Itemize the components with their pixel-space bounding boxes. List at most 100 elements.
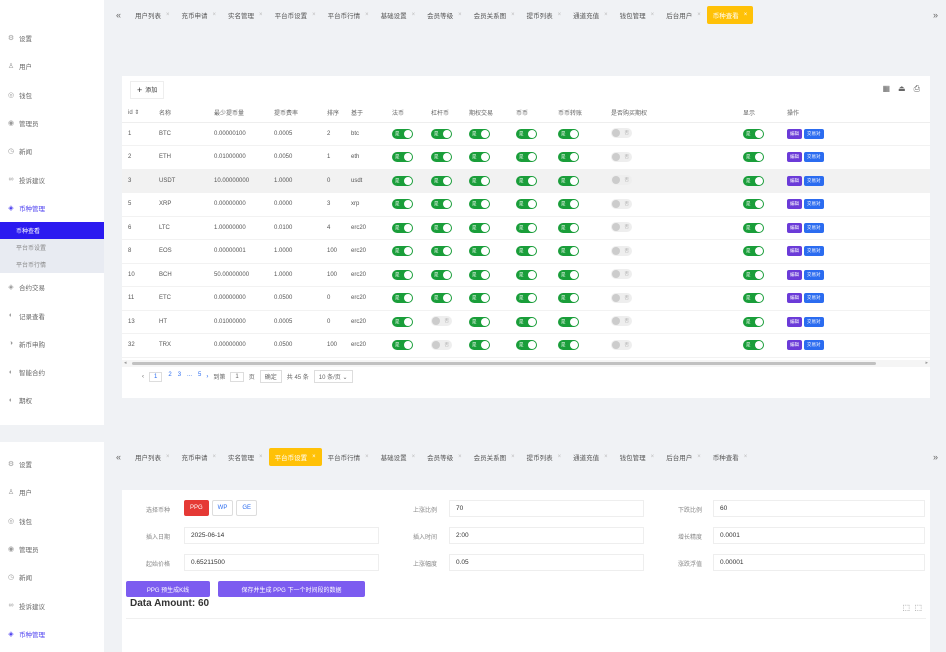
option-trade-toggle[interactable]: 是 (469, 246, 490, 257)
tab-12[interactable]: 币种查看 × (706, 6, 754, 24)
close-icon[interactable]: × (312, 12, 316, 18)
display-toggle[interactable]: 是 (743, 152, 764, 163)
tab-2[interactable]: 实名管理 × (222, 6, 269, 24)
legal-tender-toggle[interactable]: 是 (392, 222, 413, 233)
page-0[interactable]: 1 (149, 371, 163, 382)
coin-coin-toggle[interactable]: 是 (516, 293, 537, 304)
coin-option-1[interactable]: WP (211, 500, 234, 516)
sidebar-subitem[interactable]: 币种查看 (0, 222, 104, 240)
tabs-next-icon[interactable]: » (925, 452, 946, 462)
legal-tender-toggle[interactable]: 是 (392, 316, 413, 327)
confirm-button[interactable]: 确定 (259, 370, 282, 383)
sidebar-item-feedback[interactable]: ∞ 投诉建议 (0, 591, 104, 619)
edit-button[interactable]: 编辑 (787, 316, 802, 327)
close-icon[interactable]: × (213, 12, 217, 18)
sidebar-item-coin[interactable]: ◈ 币种管理 (0, 620, 104, 648)
legal-tender-toggle[interactable]: 是 (392, 128, 413, 139)
tab-5[interactable]: 基础设置 × (375, 448, 422, 466)
coin-transfer-toggle[interactable]: 是 (558, 175, 579, 186)
legal-tender-toggle[interactable]: 是 (392, 269, 413, 280)
sidebar-item-news[interactable]: ◷ 新闻 (0, 563, 104, 591)
buy-option-toggle[interactable]: 否 (611, 292, 632, 303)
coin-coin-toggle[interactable]: 是 (516, 152, 537, 163)
edit-button[interactable]: 编辑 (787, 269, 802, 280)
close-icon[interactable]: × (558, 12, 562, 18)
display-toggle[interactable]: 是 (743, 316, 764, 327)
tab-6[interactable]: 会员等级 × (421, 6, 468, 24)
close-icon[interactable]: × (511, 454, 515, 460)
coin-transfer-toggle[interactable]: 是 (558, 222, 579, 233)
down-ratio-input[interactable]: 60 (713, 500, 925, 517)
legal-tender-toggle[interactable]: 是 (392, 152, 413, 163)
leverage-toggle[interactable]: 是 (431, 246, 452, 257)
page-2[interactable]: 3 (178, 372, 181, 382)
trading-pair-button[interactable]: 交易对 (804, 293, 824, 304)
option-trade-toggle[interactable]: 是 (469, 152, 490, 163)
coin-coin-toggle[interactable]: 是 (516, 199, 537, 210)
sidebar-item-wallet[interactable]: ◎ 钱包 (0, 81, 104, 109)
prev-page-button[interactable]: ‹ (142, 374, 144, 380)
tab-1[interactable]: 充币申请 × (176, 6, 223, 24)
close-icon[interactable]: × (604, 12, 608, 18)
display-toggle[interactable]: 是 (743, 199, 764, 210)
close-icon[interactable]: × (651, 12, 655, 18)
option-trade-toggle[interactable]: 是 (469, 175, 490, 186)
tab-12[interactable]: 币种查看 × (707, 448, 754, 466)
sidebar-item-coin[interactable]: ◈ 币种管理 (0, 194, 104, 222)
edit-button[interactable]: 编辑 (787, 246, 802, 257)
close-icon[interactable]: × (412, 12, 416, 18)
tab-7[interactable]: 会员关系图 × (468, 6, 521, 24)
fullscreen-icon[interactable]: ⬚ (914, 603, 922, 612)
tab-4[interactable]: 平台币行情 × (322, 6, 375, 24)
coin-coin-toggle[interactable]: 是 (516, 340, 537, 351)
leverage-toggle[interactable]: 是 (431, 222, 452, 233)
close-icon[interactable]: × (458, 454, 462, 460)
tab-8[interactable]: 提币列表 × (521, 6, 568, 24)
next-page-button[interactable]: › (206, 374, 208, 380)
edit-button[interactable]: 编辑 (787, 293, 802, 304)
edit-button[interactable]: 编辑 (787, 199, 802, 210)
buy-option-toggle[interactable]: 否 (611, 222, 632, 233)
option-trade-toggle[interactable]: 是 (469, 293, 490, 304)
coin-coin-toggle[interactable]: 是 (516, 128, 537, 139)
display-toggle[interactable]: 是 (743, 128, 764, 139)
tab-9[interactable]: 通道充值 × (567, 6, 614, 24)
coin-option-0[interactable]: PPG (184, 500, 209, 516)
insert-date-input[interactable]: 2025-06-14 (184, 527, 379, 544)
close-icon[interactable]: × (744, 454, 748, 460)
legal-tender-toggle[interactable]: 是 (392, 340, 413, 351)
tab-10[interactable]: 钱包管理 × (614, 6, 661, 24)
tab-5[interactable]: 基础设置 × (375, 6, 422, 24)
display-toggle[interactable]: 是 (743, 269, 764, 280)
tab-8[interactable]: 提币列表 × (521, 448, 568, 466)
legal-tender-toggle[interactable]: 是 (392, 175, 413, 186)
trading-pair-button[interactable]: 交易对 (804, 316, 824, 327)
coin-coin-toggle[interactable]: 是 (516, 175, 537, 186)
page-size-select[interactable]: 10 条/页 ⌄ (313, 370, 353, 383)
edit-button[interactable]: 编辑 (787, 340, 802, 351)
tab-7[interactable]: 会员关系图 × (468, 448, 521, 466)
display-toggle[interactable]: 是 (743, 246, 764, 257)
page-4[interactable]: 5 (198, 372, 201, 382)
buy-option-toggle[interactable]: 否 (611, 316, 632, 327)
option-trade-toggle[interactable]: 是 (469, 128, 490, 139)
sidebar-item-feedback[interactable]: ∞ 投诉建议 (0, 165, 104, 193)
export-icon[interactable]: ⏏ (898, 84, 906, 94)
print-icon[interactable]: ⎙ (914, 84, 920, 94)
close-icon[interactable]: × (259, 12, 263, 18)
buy-option-toggle[interactable]: 否 (611, 198, 632, 209)
tab-0[interactable]: 用户列表 × (129, 6, 176, 24)
close-icon[interactable]: × (312, 454, 316, 460)
page-input[interactable]: 1 (230, 371, 244, 382)
generate-kline-button[interactable]: PPG 预生成K线 (126, 581, 210, 597)
edit-button[interactable]: 编辑 (787, 175, 802, 186)
up-ratio-input[interactable]: 70 (449, 500, 644, 517)
sidebar-item-user[interactable]: ♙ 用户 (0, 478, 104, 506)
tabs-prev-icon[interactable]: « (108, 10, 129, 20)
trading-pair-button[interactable]: 交易对 (804, 128, 824, 139)
buy-option-toggle[interactable]: 否 (611, 269, 632, 280)
leverage-toggle[interactable]: 是 (431, 199, 452, 210)
tab-1[interactable]: 充币申请 × (176, 448, 223, 466)
sidebar-item-gear[interactable]: ⚙ 设置 (0, 450, 104, 478)
edit-button[interactable]: 编辑 (787, 128, 802, 139)
